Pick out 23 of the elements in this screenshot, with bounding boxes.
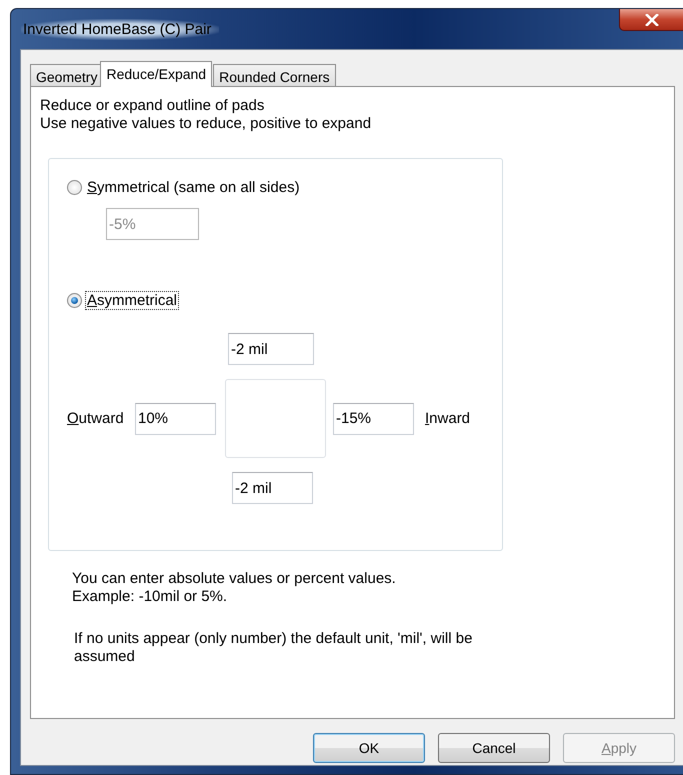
description-text: Use negative values to reduce, positive to expand <box>40 115 372 133</box>
close-button[interactable] <box>619 9 683 31</box>
dialog-button[interactable]: Cancel <box>438 733 550 763</box>
description-text: Reduce or expand outline of pads <box>40 97 266 115</box>
note-text: If no units appear (only number) the default unit, 'mil', will be <box>74 630 474 648</box>
dialog-button[interactable]: OK <box>313 733 425 763</box>
inward-label: Inward <box>425 410 472 427</box>
tab[interactable]: Rounded Corners <box>213 64 336 86</box>
text-field[interactable]: -15% <box>333 402 414 434</box>
note-text: assumed <box>74 648 136 666</box>
text-field[interactable]: 10% <box>135 402 216 434</box>
text-field[interactable]: -2 mil <box>228 333 314 365</box>
note-text: You can enter absolute values or percent values. <box>72 570 397 588</box>
note-text: Example: -10mil or 5%. <box>72 588 228 606</box>
radio-label[interactable]: Symmetrical (same on all sides) <box>85 178 302 197</box>
close-icon <box>644 14 658 26</box>
window-title: Inverted HomeBase (C) Pair <box>21 18 220 40</box>
tab[interactable]: Reduce/Expand <box>100 61 212 87</box>
radio-label[interactable]: Asymmetrical <box>85 291 180 310</box>
outward-label: Outward <box>67 410 125 427</box>
text-field[interactable]: -2 mil <box>232 472 313 504</box>
radio-button[interactable] <box>67 293 82 308</box>
radio-button[interactable] <box>67 180 82 195</box>
